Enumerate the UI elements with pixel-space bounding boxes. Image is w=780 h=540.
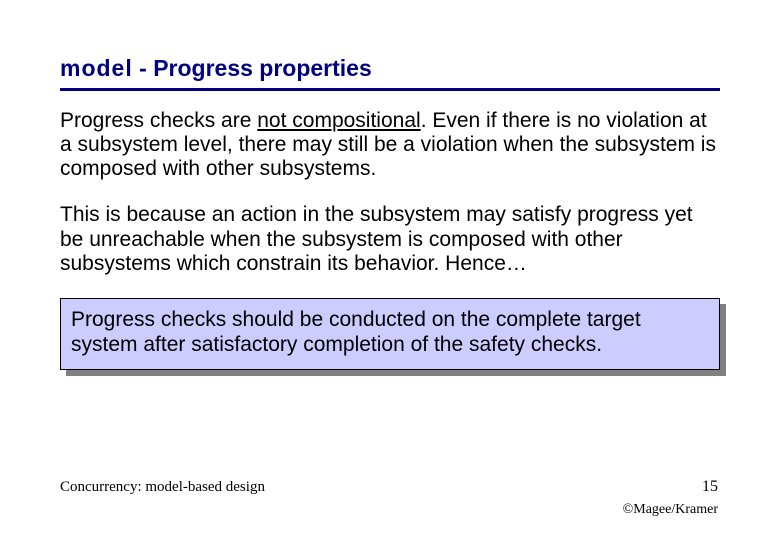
paragraph-2: This is because an action in the subsyst… bbox=[60, 203, 720, 275]
footer-left: Concurrency: model-based design bbox=[60, 479, 265, 496]
title-model-word: model bbox=[60, 55, 133, 81]
page-number: 15 bbox=[702, 478, 718, 496]
footer-copyright: ©Magee/Kramer bbox=[623, 502, 718, 518]
paragraph-1: Progress checks are not compositional. E… bbox=[60, 109, 720, 181]
title-text: Progress properties bbox=[153, 55, 372, 81]
callout-box: Progress checks should be conducted on t… bbox=[60, 298, 720, 370]
p1-underline: not compositional bbox=[257, 109, 420, 132]
slide: model - Progress properties Progress che… bbox=[0, 0, 780, 540]
title-separator: - bbox=[133, 55, 153, 81]
callout-box-wrap: Progress checks should be conducted on t… bbox=[60, 298, 720, 370]
p1-lead: Progress checks are bbox=[60, 109, 257, 132]
slide-title: model - Progress properties bbox=[60, 55, 720, 91]
